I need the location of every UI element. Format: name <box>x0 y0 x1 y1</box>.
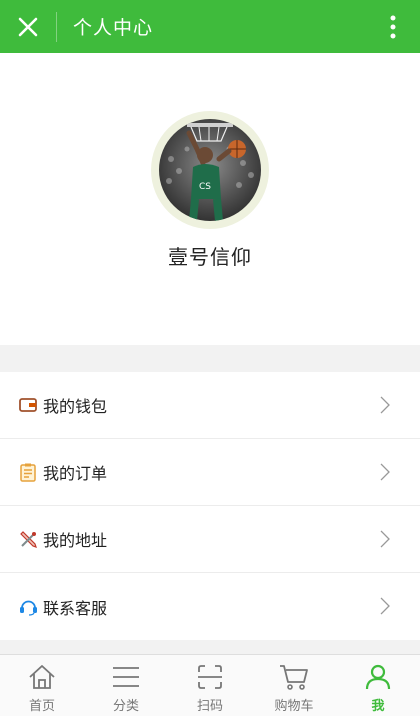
tab-home[interactable]: 首页 <box>0 655 84 716</box>
tab-me[interactable]: 我 <box>336 655 420 716</box>
tab-scan[interactable]: 扫码 <box>168 655 252 716</box>
chevron-right-icon <box>380 463 390 481</box>
tab-label: 首页 <box>28 699 55 714</box>
chevron-right-icon <box>380 396 390 414</box>
page-title: 个人中心 <box>73 17 154 39</box>
order-icon <box>18 462 38 482</box>
close-button[interactable] <box>0 0 56 53</box>
menu-item-label: 我的地址 <box>43 531 108 550</box>
cart-icon <box>279 663 309 691</box>
tab-category[interactable]: 分类 <box>84 655 168 716</box>
menu-item-label: 我的订单 <box>43 464 108 483</box>
header-divider <box>56 11 57 42</box>
menu-item-wallet[interactable]: 我的钱包 <box>0 372 420 439</box>
user-icon <box>363 663 393 691</box>
tab-cart[interactable]: 购物车 <box>252 655 336 716</box>
address-icon <box>18 529 38 549</box>
close-icon <box>18 17 38 36</box>
wallet-icon <box>18 395 38 415</box>
avatar: CS <box>159 119 261 221</box>
customer-service-icon <box>18 597 38 617</box>
basketball-player-avatar: CS <box>159 119 261 221</box>
menu-item-customer-service[interactable]: 联系客服 <box>0 573 420 640</box>
chevron-right-icon <box>380 530 390 548</box>
profile-section: CS 壹号信仰 <box>0 53 420 345</box>
bottom-tab-bar: 首页 分类 扫码 购物车 我 <box>0 654 420 716</box>
menu-item-orders[interactable]: 我的订单 <box>0 439 420 506</box>
menu-item-label: 我的钱包 <box>43 397 108 416</box>
avatar-ring[interactable]: CS <box>151 111 269 229</box>
menu-list: 我的钱包 我的订单 我的地址 联系客服 <box>0 372 420 640</box>
scan-icon <box>195 663 225 691</box>
menu-item-address[interactable]: 我的地址 <box>0 506 420 573</box>
top-bar: 个人中心 <box>0 0 420 53</box>
chevron-right-icon <box>380 597 390 615</box>
tab-label: 我 <box>371 699 385 714</box>
tab-label: 扫码 <box>196 699 223 714</box>
more-button[interactable] <box>376 0 410 53</box>
tab-label: 分类 <box>112 699 139 714</box>
category-icon <box>111 663 141 691</box>
menu-item-label: 联系客服 <box>43 598 108 618</box>
username: 壹号信仰 <box>168 245 252 269</box>
home-icon <box>27 663 57 691</box>
tab-label: 购物车 <box>274 699 314 714</box>
svg-text:CS: CS <box>199 182 211 192</box>
more-vertical-icon <box>390 15 396 38</box>
